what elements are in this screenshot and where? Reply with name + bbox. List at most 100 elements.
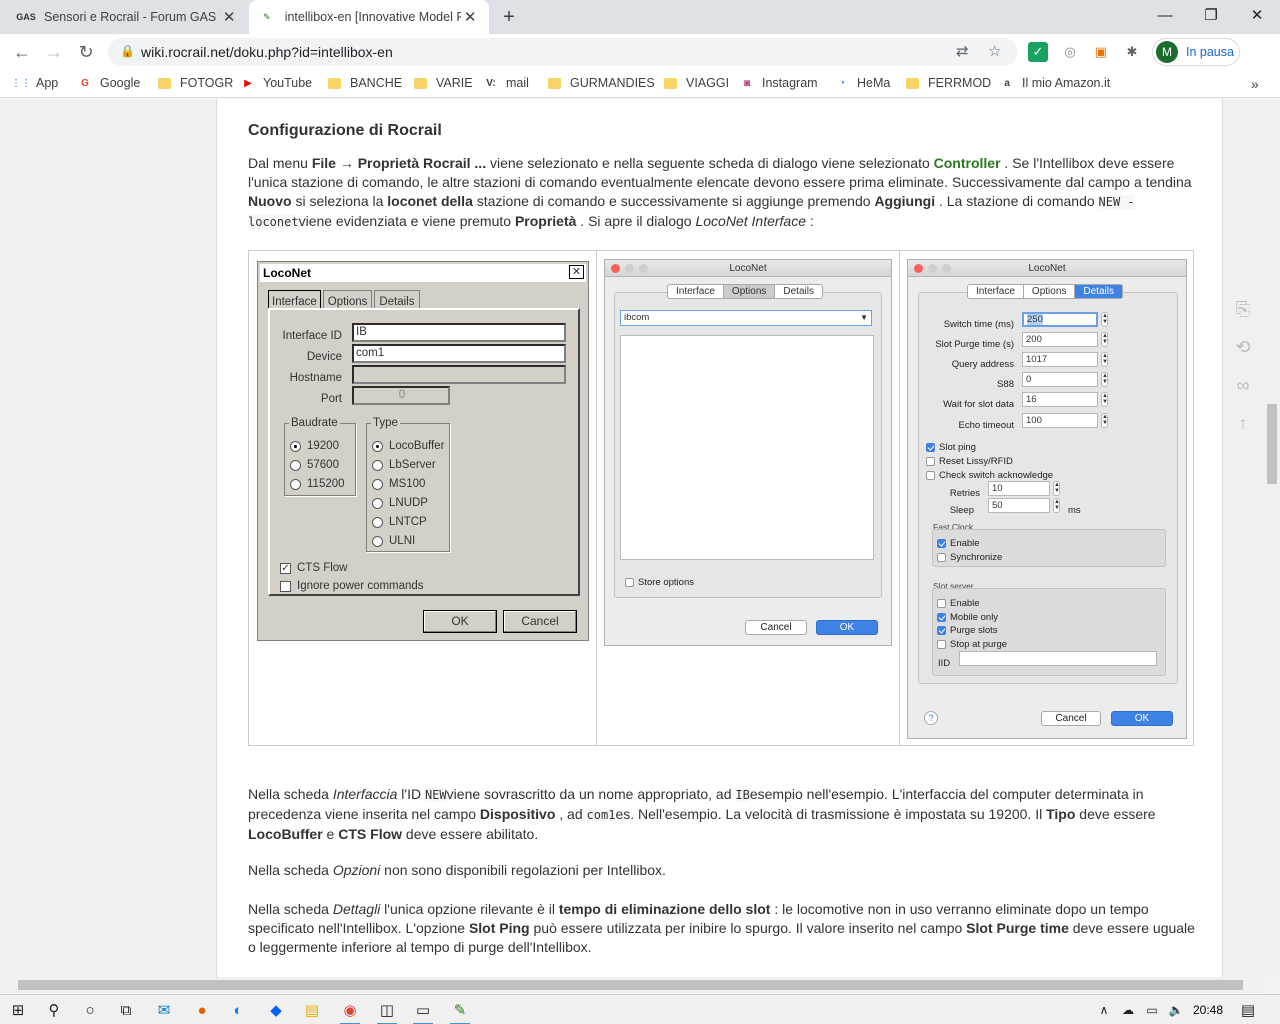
tab-interface[interactable]: Interface — [968, 285, 1024, 298]
tab-interface[interactable]: Interface — [268, 290, 321, 310]
volume-icon[interactable]: 🔈 — [1164, 999, 1188, 1021]
baud-19200-radio[interactable]: 19200 — [290, 437, 339, 456]
bookmark-instagram[interactable]: ◙ Instagram — [740, 76, 818, 90]
cortana-icon[interactable]: ○ — [78, 999, 102, 1021]
stepper-icon[interactable]: ▲ ▼ — [1101, 392, 1108, 407]
iid-field[interactable] — [959, 651, 1157, 666]
close-icon[interactable]: ✕ — [569, 265, 584, 279]
device-field[interactable]: com1 — [352, 344, 566, 363]
cancel-button[interactable]: Cancel — [745, 620, 807, 635]
minimize-icon[interactable]: — — [1142, 0, 1188, 30]
tab-forum[interactable]: GAS Sensori e Rocrail - Forum GAS TT ✕ — [8, 0, 248, 34]
forward-icon[interactable]: → — [42, 40, 66, 64]
bookmark-youtube[interactable]: ▶ YouTube — [241, 76, 312, 90]
ignore-power-checkbox[interactable]: Ignore power commands — [280, 577, 424, 596]
new-tab-button[interactable]: + — [498, 6, 520, 29]
cancel-button[interactable]: Cancel — [1041, 711, 1101, 726]
bookmark-ferrmod[interactable]: FERRMOD — [906, 76, 991, 90]
hostname-field[interactable] — [352, 365, 566, 384]
s88-field[interactable]: 0 — [1022, 372, 1098, 387]
search-icon[interactable]: ⚲ — [42, 999, 66, 1021]
sleep-field[interactable]: 50 — [988, 498, 1050, 513]
ok-button[interactable]: OK — [816, 620, 878, 635]
stepper-icon[interactable]: ▲ ▼ — [1053, 481, 1060, 496]
baud-57600-radio[interactable]: 57600 — [290, 456, 339, 475]
bookmark-fotogr[interactable]: FOTOGR — [158, 76, 233, 90]
close-dot-icon[interactable] — [611, 264, 620, 273]
zoom-dot-icon[interactable] — [942, 264, 951, 273]
scrollbar-thumb[interactable] — [18, 980, 1243, 990]
close-dot-icon[interactable] — [914, 264, 923, 273]
slot-purge-time-field[interactable]: 200 — [1022, 332, 1098, 347]
close-window-icon[interactable]: ✕ — [1234, 0, 1280, 30]
app-icon[interactable]: ◫ — [375, 999, 399, 1024]
retries-field[interactable]: 10 — [988, 481, 1050, 496]
horizontal-scrollbar[interactable] — [0, 977, 1264, 993]
tab-options[interactable]: Options — [1024, 285, 1076, 298]
port-field[interactable]: 0 — [352, 386, 450, 405]
notifications-icon[interactable]: ▤ — [1236, 999, 1260, 1021]
ok-button[interactable]: OK — [1111, 711, 1173, 726]
mail-icon[interactable]: ✉ — [152, 999, 176, 1021]
dropbox-icon[interactable]: ◆ — [264, 999, 288, 1021]
profile-button[interactable]: M In pausa — [1152, 38, 1240, 66]
switch-time-field[interactable]: 250 — [1022, 312, 1098, 327]
tab-intellibox[interactable]: ✎ intellibox-en [Innovative Model R ✕ — [249, 0, 489, 34]
stepper-icon[interactable]: ▲ ▼ — [1101, 352, 1108, 367]
chrome-icon[interactable]: ◉ — [338, 999, 362, 1024]
edit-page-icon[interactable]: ⎘ — [1233, 299, 1253, 319]
windows-start-icon[interactable]: ⊞ — [6, 999, 30, 1021]
ok-button[interactable]: OK — [423, 610, 497, 633]
type-ulni-radio[interactable]: ULNI — [372, 532, 415, 551]
window-app-icon[interactable]: ▭ — [411, 999, 435, 1024]
more-bookmarks-icon[interactable]: » — [1251, 76, 1259, 92]
scrollbar-thumb[interactable] — [1267, 404, 1277, 484]
checkmark-extension-icon[interactable]: ✓ — [1028, 42, 1048, 62]
tab-options[interactable]: Options — [723, 285, 776, 298]
interface-id-field[interactable]: IB — [352, 323, 566, 342]
vertical-scrollbar[interactable] — [1264, 99, 1280, 977]
baud-115200-radio[interactable]: 115200 — [290, 475, 345, 494]
history-icon[interactable]: ⟲ — [1233, 337, 1253, 357]
options-list[interactable] — [620, 335, 874, 560]
combo-box[interactable]: ibcom ▼ — [620, 310, 872, 326]
network-icon[interactable]: ▭ — [1140, 999, 1164, 1021]
stepper-icon[interactable]: ▲ ▼ — [1101, 332, 1108, 347]
rocrail-icon[interactable]: ✎ — [448, 999, 472, 1024]
store-options-checkbox[interactable]: Store options — [625, 573, 694, 592]
bookmark-gurmandies[interactable]: GURMANDIES — [548, 76, 655, 90]
close-icon[interactable]: ✕ — [461, 8, 479, 26]
onedrive-icon[interactable]: ☁ — [1116, 999, 1140, 1021]
bookmark-hema[interactable]: ◔ HeMa — [835, 76, 890, 90]
zoom-dot-icon[interactable] — [639, 264, 648, 273]
firefox-icon[interactable]: ● — [190, 999, 214, 1021]
puzzle-extensions-icon[interactable]: ✱ — [1122, 42, 1142, 62]
stepper-icon[interactable]: ▲ ▼ — [1101, 312, 1108, 327]
tab-options[interactable]: Options — [322, 290, 373, 310]
file-explorer-icon[interactable]: ▤ — [300, 999, 324, 1021]
headphones-extension-icon[interactable]: ◎ — [1060, 42, 1080, 62]
help-icon[interactable]: ? — [924, 711, 938, 725]
task-view-icon[interactable]: ⧉ — [114, 999, 138, 1021]
restore-icon[interactable]: ❐ — [1188, 0, 1234, 30]
type-locobuffer-radio[interactable]: LocoBuffer — [372, 437, 444, 456]
stepper-icon[interactable]: ▲ ▼ — [1101, 413, 1108, 428]
query-address-field[interactable]: 1017 — [1022, 352, 1098, 367]
close-icon[interactable]: ✕ — [220, 8, 238, 26]
clipboard-extension-icon[interactable]: ▣ — [1091, 42, 1111, 62]
stepper-icon[interactable]: ▲ ▼ — [1101, 372, 1108, 387]
bookmark-app[interactable]: ⋮⋮ App — [11, 76, 58, 90]
bookmark-mail[interactable]: V: mail — [484, 76, 529, 90]
wait-slot-data-field[interactable]: 16 — [1022, 392, 1098, 407]
bookmark-star-icon[interactable]: ☆ — [988, 42, 1001, 60]
cts-flow-checkbox[interactable]: ✓ CTS Flow — [280, 559, 347, 578]
bookmark-amazon[interactable]: a Il mio Amazon.it — [1000, 76, 1110, 90]
tab-details[interactable]: Details — [775, 285, 822, 298]
edge-icon[interactable]: ◐ — [226, 999, 250, 1021]
back-icon[interactable]: ← — [10, 40, 34, 64]
type-lntcp-radio[interactable]: LNTCP — [372, 513, 427, 532]
address-bar[interactable]: 🔒 wiki.rocrail.net/doku.php?id=intellibo… — [108, 38, 1018, 66]
clock[interactable]: 20:48 — [1193, 1003, 1223, 1017]
tab-details[interactable]: Details — [1075, 285, 1122, 298]
stepper-icon[interactable]: ▲ ▼ — [1053, 498, 1060, 513]
